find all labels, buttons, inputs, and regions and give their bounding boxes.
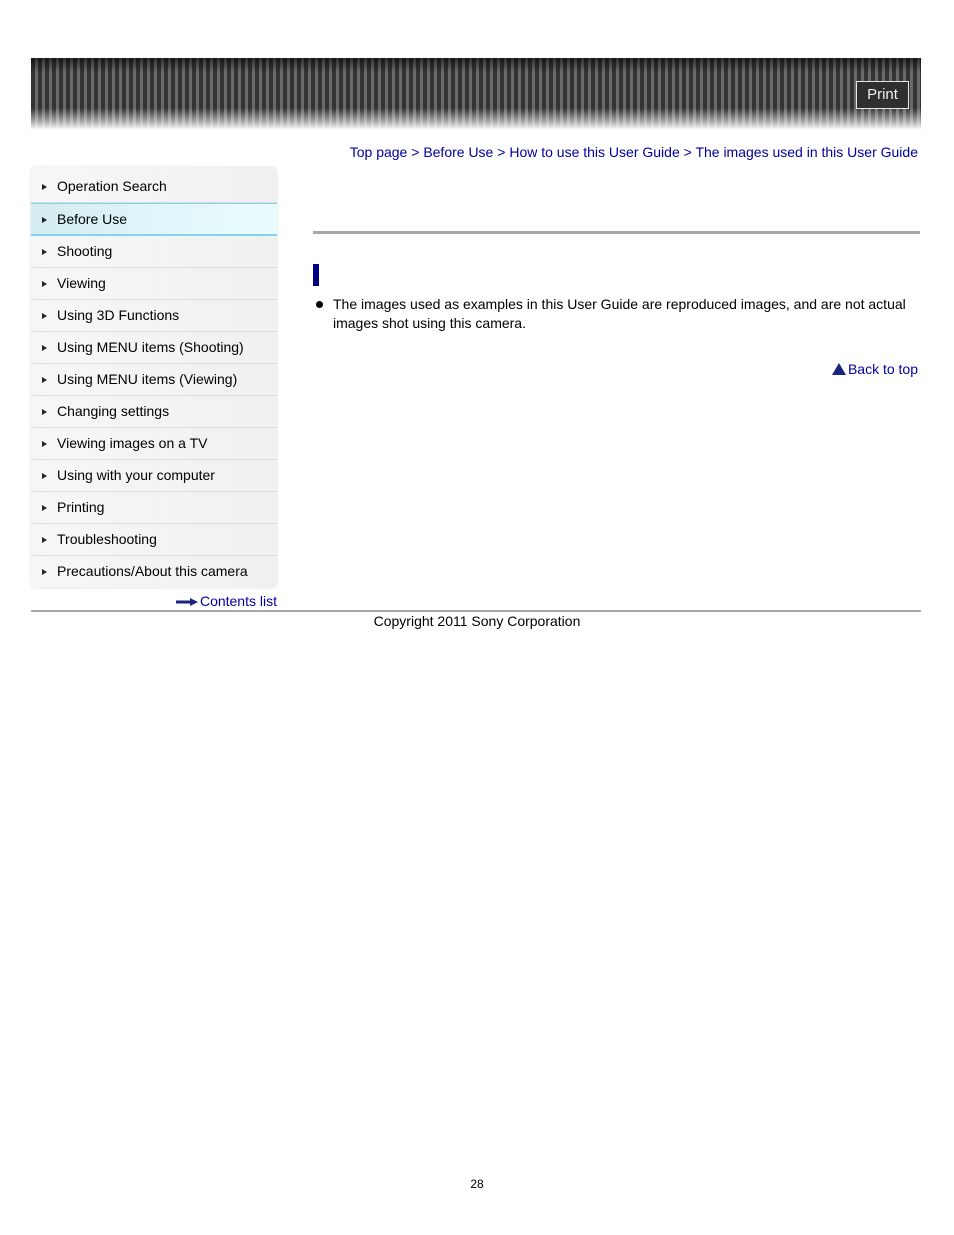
triangle-right-icon — [42, 505, 47, 511]
sidebar-item-label: Before Use — [57, 211, 128, 227]
bullet-text: The images used as examples in this User… — [333, 296, 906, 331]
sidebar-item-before-use[interactable]: Before Use — [31, 203, 277, 236]
triangle-right-icon — [42, 569, 47, 575]
sidebar-item-3d-functions[interactable]: Using 3D Functions — [31, 300, 277, 332]
copyright-text: Copyright 2011 Sony Corporation — [373, 613, 581, 629]
triangle-right-icon — [42, 281, 47, 287]
triangle-right-icon — [42, 217, 47, 223]
sidebar-item-label: Viewing — [57, 275, 106, 291]
sidebar-item-precautions[interactable]: Precautions/About this camera — [31, 556, 277, 587]
sidebar-item-label: Shooting — [57, 243, 113, 259]
contents-list-label: Contents list — [199, 593, 277, 609]
contents-list-link[interactable]: Contents list — [175, 593, 277, 609]
triangle-right-icon — [42, 537, 47, 543]
back-to-top-link[interactable]: Back to top — [831, 361, 918, 377]
sidebar-item-label: Precautions/About this camera — [57, 563, 248, 579]
breadcrumb-before-use[interactable]: Before Use — [423, 144, 493, 160]
triangle-up-icon — [831, 363, 846, 375]
sidebar-item-label: Using MENU items (Shooting) — [57, 339, 244, 355]
sidebar-item-viewing-tv[interactable]: Viewing images on a TV — [31, 428, 277, 460]
breadcrumb-top-page[interactable]: Top page — [350, 144, 408, 160]
sidebar-nav: Operation Search Before Use Shooting Vie… — [31, 167, 277, 588]
triangle-right-icon — [42, 313, 47, 319]
sidebar-item-printing[interactable]: Printing — [31, 492, 277, 524]
sidebar-item-label: Using with your computer — [57, 467, 215, 483]
breadcrumb-how-to-use[interactable]: How to use this User Guide — [509, 144, 679, 160]
title-divider — [313, 231, 920, 234]
sidebar-item-shooting[interactable]: Shooting — [31, 236, 277, 268]
header-banner: Print — [31, 58, 921, 130]
triangle-right-icon — [42, 409, 47, 415]
triangle-right-icon — [42, 473, 47, 479]
sidebar-item-label: Viewing images on a TV — [57, 435, 208, 451]
sidebar-item-changing-settings[interactable]: Changing settings — [31, 396, 277, 428]
sidebar-item-operation-search[interactable]: Operation Search — [31, 167, 277, 203]
sidebar-item-label: Printing — [57, 499, 105, 515]
sidebar-item-troubleshooting[interactable]: Troubleshooting — [31, 524, 277, 556]
footer-divider — [31, 610, 921, 612]
section-heading-marker — [313, 264, 319, 286]
sidebar-item-label: Troubleshooting — [57, 531, 157, 547]
breadcrumb-separator: > — [683, 144, 696, 160]
triangle-right-icon — [42, 441, 47, 447]
triangle-right-icon — [42, 377, 47, 383]
sidebar-item-menu-shooting[interactable]: Using MENU items (Shooting) — [31, 332, 277, 364]
print-button[interactable]: Print — [856, 81, 909, 109]
sidebar-item-computer[interactable]: Using with your computer — [31, 460, 277, 492]
sidebar-item-label: Operation Search — [57, 178, 167, 194]
bullet-list: The images used as examples in this User… — [316, 295, 920, 333]
breadcrumb-separator: > — [411, 144, 424, 160]
breadcrumb-current-page[interactable]: The images used in this User Guide — [695, 144, 918, 160]
arrow-right-icon — [175, 598, 198, 607]
sidebar-item-label: Using MENU items (Viewing) — [57, 371, 238, 387]
page-number: 28 — [470, 1177, 484, 1191]
triangle-right-icon — [42, 249, 47, 255]
breadcrumb: Top page > Before Use > How to use this … — [350, 144, 918, 160]
sidebar-item-label: Using 3D Functions — [57, 307, 180, 323]
sidebar-item-menu-viewing[interactable]: Using MENU items (Viewing) — [31, 364, 277, 396]
triangle-right-icon — [42, 184, 47, 190]
back-to-top-label: Back to top — [847, 361, 918, 377]
triangle-right-icon — [42, 345, 47, 351]
sidebar-item-label: Changing settings — [57, 403, 170, 419]
breadcrumb-separator: > — [497, 144, 510, 160]
list-item: The images used as examples in this User… — [316, 295, 920, 333]
sidebar-item-viewing[interactable]: Viewing — [31, 268, 277, 300]
bullet-icon — [316, 301, 323, 308]
